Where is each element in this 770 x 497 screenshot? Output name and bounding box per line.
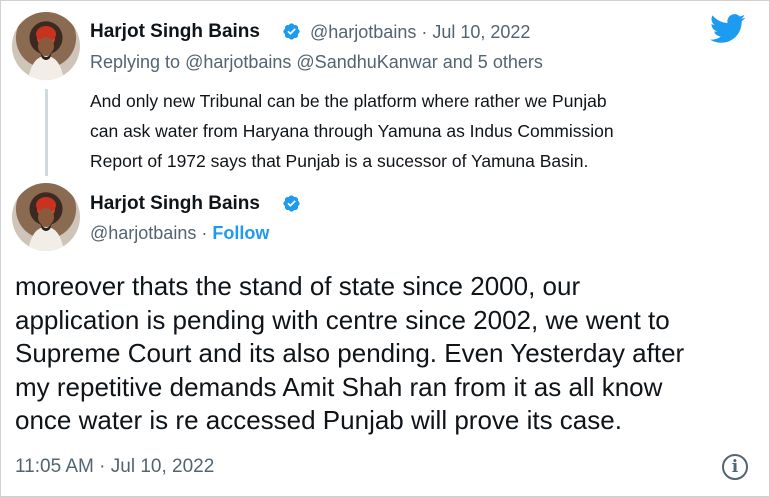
tweet-text-line: can ask water from Haryana through Yamun… [90, 121, 614, 141]
avatar-photo-icon [28, 197, 64, 251]
tweet-text-line: my repetitive demands Amit Shah ran from… [15, 371, 663, 402]
separator-dot: · [196, 223, 213, 243]
tweet-text-line: Report of 1972 says that Punjab is a suc… [90, 151, 589, 171]
main-tweet-text: moreover thats the stand of state since … [15, 270, 755, 438]
author-name[interactable]: Harjot Singh Bains [90, 193, 260, 215]
handle-line: @harjotbains · Follow [90, 223, 269, 244]
replying-to-label: Replying to [90, 52, 181, 72]
replying-to-line: Replying to @harjotbains @SandhuKanwar a… [90, 52, 543, 73]
reply-mentions-link[interactable]: @harjotbains @SandhuKanwar and 5 others [185, 52, 543, 72]
verified-badge-icon [283, 195, 300, 212]
avatar-photo-icon [28, 26, 64, 80]
twitter-bird-icon[interactable] [710, 14, 746, 44]
verified-badge-icon [283, 23, 300, 40]
tweet-timestamp[interactable]: 11:05 AM · Jul 10, 2022 [15, 456, 214, 478]
tweet-text-line: moreover thats the stand of state since … [15, 271, 581, 301]
avatar[interactable] [12, 183, 80, 251]
handle-and-date[interactable]: @harjotbains · Jul 10, 2022 [310, 22, 530, 43]
parent-tweet-text: And only new Tribunal can be the platfor… [90, 86, 750, 176]
follow-button[interactable]: Follow [212, 223, 269, 243]
tweet-text-line: Supreme Court and its also pending. Even… [15, 338, 685, 368]
thread-connector-line [45, 89, 48, 176]
tweet-text-line: application is pending with centre since… [15, 304, 670, 335]
tweet-text-line: And only new Tribunal can be the platfor… [90, 91, 607, 111]
info-icon[interactable]: i [722, 454, 748, 480]
avatar[interactable] [12, 12, 80, 80]
author-name[interactable]: Harjot Singh Bains [90, 21, 260, 43]
tweet-text-line: once water is re accessed Punjab will pr… [15, 405, 622, 435]
handle-link[interactable]: @harjotbains [90, 223, 196, 243]
